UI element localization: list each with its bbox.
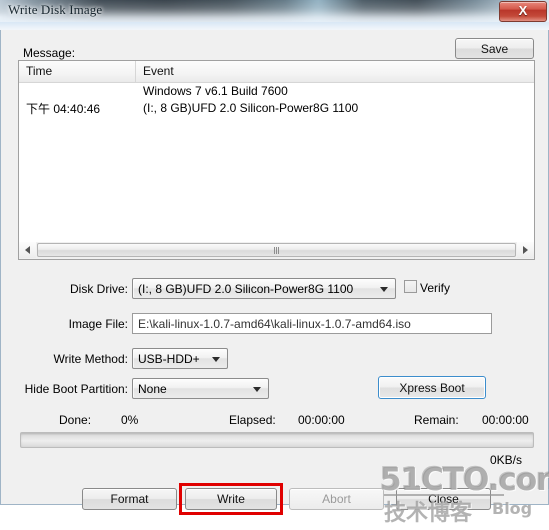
- image-file-label: Image File:: [68, 317, 128, 331]
- message-label: Message:: [23, 46, 76, 60]
- write-method-label: Write Method:: [53, 352, 128, 366]
- scrollbar-thumb[interactable]: [37, 243, 516, 257]
- close-button[interactable]: Close: [396, 488, 491, 510]
- done-value: 0%: [121, 413, 139, 427]
- disk-drive-label: Disk Drive:: [69, 282, 128, 296]
- message-list-header: Time Event: [19, 61, 534, 83]
- table-row[interactable]: 下午 04:40:46 Windows 7 v6.1 Build 7600 (I…: [19, 82, 534, 118]
- remain-label: Remain:: [414, 413, 459, 427]
- dialog-client-area: Message: Save Time Event 下午 04:40:46 Win…: [0, 30, 549, 526]
- hide-boot-partition-label: Hide Boot Partition:: [24, 382, 128, 396]
- write-disk-image-window: Write Disk Image X Message: Save Time Ev…: [0, 0, 549, 526]
- elapsed-label: Elapsed:: [229, 413, 276, 427]
- message-list: Time Event 下午 04:40:46 Windows 7 v6.1 Bu…: [18, 60, 535, 250]
- progress-bar: [20, 432, 534, 448]
- verify-checkbox[interactable]: [404, 280, 417, 293]
- message-list-body: 下午 04:40:46 Windows 7 v6.1 Build 7600 (I…: [19, 82, 534, 249]
- hide-boot-partition-value: None: [138, 381, 167, 396]
- scroll-right-icon[interactable]: [517, 242, 534, 258]
- disk-drive-value: (I:, 8 GB)UFD 2.0 Silicon-Power8G 1100: [138, 281, 354, 296]
- hide-boot-partition-select[interactable]: None: [132, 378, 269, 399]
- image-file-value: E:\kali-linux-1.0.7-amd64\kali-linux-1.0…: [138, 316, 411, 331]
- save-button[interactable]: Save: [455, 38, 534, 59]
- event-line-2: (I:, 8 GB)UFD 2.0 Silicon-Power8G 1100: [143, 101, 359, 115]
- remain-value: 00:00:00: [482, 413, 529, 427]
- title-bar: Write Disk Image X: [0, 0, 549, 22]
- watermark-blog-text: Blog: [492, 499, 533, 518]
- column-header-event[interactable]: Event: [136, 61, 534, 82]
- write-method-value: USB-HDD+: [138, 351, 200, 366]
- elapsed-value: 00:00:00: [298, 413, 345, 427]
- done-label: Done:: [59, 413, 92, 427]
- close-glyph: X: [518, 3, 528, 18]
- chevron-down-icon: [380, 286, 388, 292]
- close-icon[interactable]: X: [499, 1, 547, 22]
- scroll-left-icon[interactable]: [19, 242, 36, 258]
- window-title: Write Disk Image: [8, 2, 103, 17]
- verify-label: Verify: [420, 281, 451, 295]
- event-line-1: Windows 7 v6.1 Build 7600: [143, 84, 288, 98]
- speed-value: 0KB/s: [489, 453, 522, 467]
- write-button[interactable]: Write: [185, 488, 277, 510]
- write-method-select[interactable]: USB-HDD+: [132, 348, 228, 369]
- message-list-hscrollbar[interactable]: [18, 242, 535, 260]
- xpress-boot-button[interactable]: Xpress Boot: [378, 376, 486, 399]
- chevron-down-icon: [253, 386, 261, 392]
- column-header-time[interactable]: Time: [19, 61, 136, 82]
- chevron-down-icon: [212, 356, 220, 362]
- scrollbar-grip-icon: [274, 246, 279, 254]
- abort-button: Abort: [289, 488, 384, 510]
- image-file-input[interactable]: E:\kali-linux-1.0.7-amd64\kali-linux-1.0…: [132, 313, 492, 334]
- cell-time: 下午 04:40:46: [26, 102, 101, 116]
- disk-drive-select[interactable]: (I:, 8 GB)UFD 2.0 Silicon-Power8G 1100: [132, 278, 396, 299]
- cell-event: Windows 7 v6.1 Build 7600 (I:, 8 GB)UFD …: [143, 83, 358, 117]
- format-button[interactable]: Format: [82, 488, 177, 510]
